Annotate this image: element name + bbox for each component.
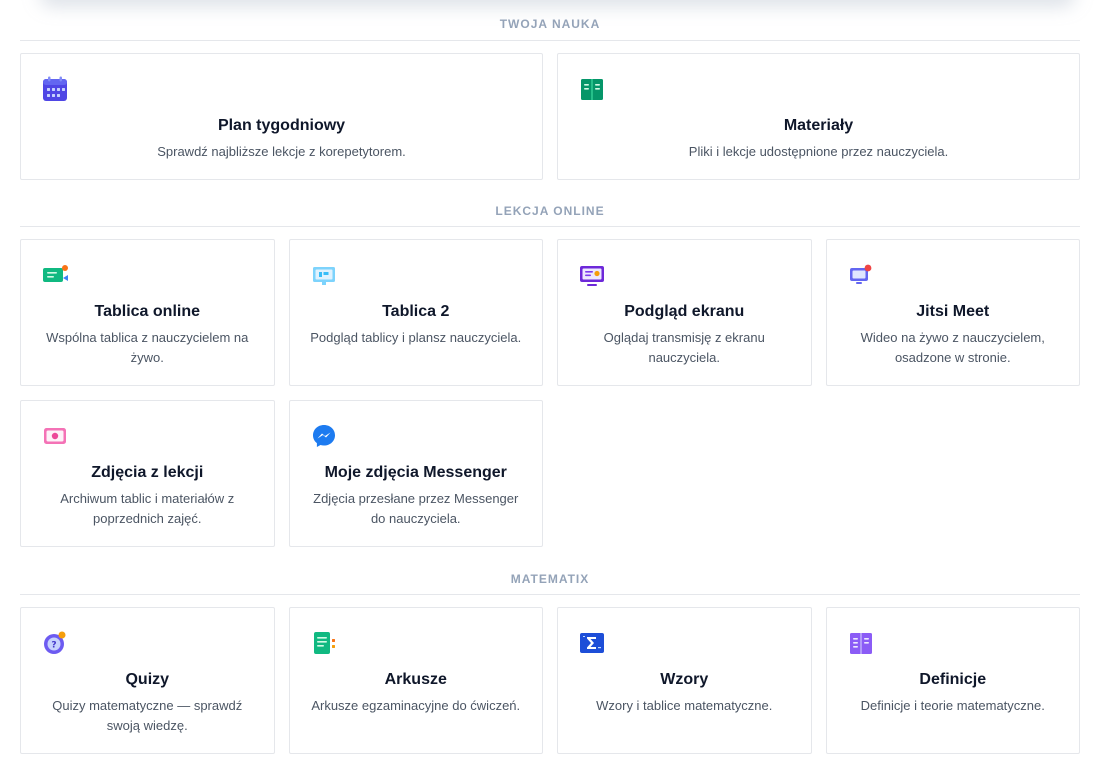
- card-zdjecia-z-lekcji[interactable]: Zdjęcia z lekcji Archiwum tablic i mater…: [20, 400, 275, 547]
- card-description: Arkusze egzaminacyjne do ćwiczeń.: [311, 698, 521, 713]
- screen-share-icon: [578, 261, 606, 289]
- monitor-icon: [310, 261, 338, 289]
- video-call-icon: [847, 261, 875, 289]
- svg-text:?: ?: [51, 641, 56, 651]
- card-wzory[interactable]: Wzory Wzory i tablice matematyczne.: [557, 607, 812, 754]
- section-lekcja-online-grid-row-2: Zdjęcia z lekcji Archiwum tablic i mater…: [20, 400, 1080, 547]
- card-title: Quizy: [125, 671, 170, 688]
- card-title: Podgląd ekranu: [624, 303, 745, 320]
- card-jitsi-meet[interactable]: Jitsi Meet Wideo na żywo z nauczycielem,…: [825, 239, 1080, 386]
- card-description: Pliki i lekcje udostępnione przez nauczy…: [688, 144, 949, 159]
- card-arkusze[interactable]: Arkusze Arkusze egzaminacyjne do ćwiczeń…: [288, 607, 543, 754]
- card-description: Sprawdź najbliższe lekcje z korepetytore…: [157, 144, 406, 159]
- card-materialy[interactable]: Materiały Pliki i lekcje udostępnione pr…: [557, 53, 1080, 180]
- card-title: Zdjęcia z lekcji: [91, 464, 204, 481]
- dashboard: TWOJA NAUKA Plan tygodniowy Sprawdź najb…: [20, 0, 1080, 754]
- card-description: Quizy matematyczne — sprawdź swoją wiedz…: [52, 698, 243, 733]
- section-matematix-grid: ? Quizy Quizy matematyczne — sprawdź swo…: [20, 607, 1080, 754]
- card-description: Wideo na żywo z nauczycielem, osadzone w…: [860, 330, 1045, 365]
- card-podglad-ekranu[interactable]: Podgląd ekranu Oglądaj transmisję z ekra…: [557, 239, 812, 386]
- section-lekcja-online-grid: Tablica online Wspólna tablica z nauczyc…: [20, 239, 1080, 386]
- card-description: Zdjęcia przesłane przez Messenger do nau…: [313, 491, 519, 526]
- card-description: Podgląd tablicy i plansz nauczyciela.: [310, 330, 522, 345]
- card-title: Plan tygodniowy: [217, 117, 346, 134]
- section-twoja-nauka-grid: Plan tygodniowy Sprawdź najbliższe lekcj…: [20, 53, 1080, 180]
- whiteboard-icon: [41, 261, 69, 289]
- card-title: Materiały: [783, 117, 854, 134]
- photo-icon: [41, 422, 69, 450]
- card-title: Jitsi Meet: [916, 303, 990, 320]
- card-title: Arkusze: [384, 671, 447, 688]
- section-title-matematix: MATEMATIX: [20, 565, 1080, 595]
- card-description: Archiwum tablic i materiałów z poprzedni…: [60, 491, 235, 526]
- card-description: Wzory i tablice matematyczne.: [596, 698, 773, 713]
- card-plan-tygodniowy[interactable]: Plan tygodniowy Sprawdź najbliższe lekcj…: [20, 53, 543, 180]
- messenger-icon: [310, 422, 338, 450]
- card-quizy[interactable]: ? Quizy Quizy matematyczne — sprawdź swo…: [20, 607, 275, 754]
- card-definicje[interactable]: Definicje Definicje i teorie matematyczn…: [825, 607, 1080, 754]
- section-title-twoja-nauka: TWOJA NAUKA: [20, 0, 1080, 41]
- card-tablica-online[interactable]: Tablica online Wspólna tablica z nauczyc…: [20, 239, 275, 386]
- card-title: Moje zdjęcia Messenger: [324, 464, 507, 481]
- card-title: Wzory: [660, 671, 709, 688]
- book-icon: [578, 75, 606, 103]
- card-title: Definicje: [919, 671, 987, 688]
- section-title-lekcja-online: LEKCJA ONLINE: [20, 198, 1080, 227]
- card-title: Tablica 2: [382, 303, 450, 320]
- card-tablica-2[interactable]: Tablica 2 Podgląd tablicy i plansz naucz…: [288, 239, 543, 386]
- worksheet-icon: [310, 629, 338, 657]
- sigma-icon: [578, 629, 606, 657]
- calendar-icon: [41, 75, 69, 103]
- card-description: Wspólna tablica z nauczycielem na żywo.: [46, 330, 249, 365]
- quiz-icon: ?: [41, 629, 69, 657]
- card-description: Oglądaj transmisję z ekranu nauczyciela.: [603, 330, 765, 365]
- card-moje-zdjecia-messenger[interactable]: Moje zdjęcia Messenger Zdjęcia przesłane…: [288, 400, 543, 547]
- definitions-book-icon: [847, 629, 875, 657]
- card-description: Definicje i teorie matematyczne.: [860, 698, 1045, 713]
- card-title: Tablica online: [94, 303, 201, 320]
